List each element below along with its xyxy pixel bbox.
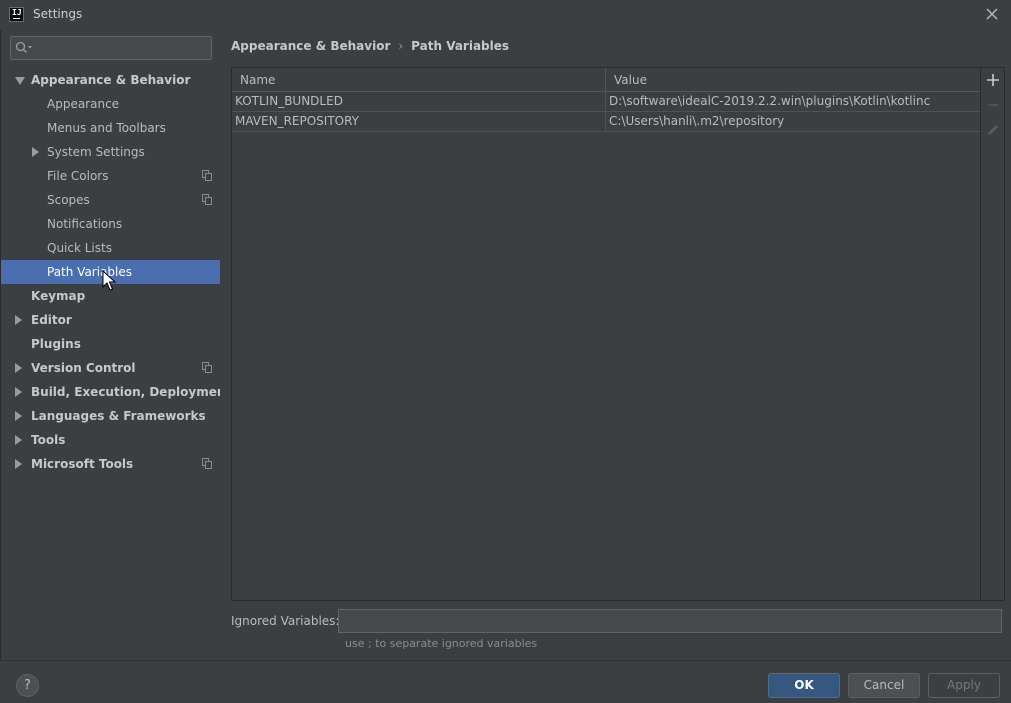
breadcrumb-parent[interactable]: Appearance & Behavior <box>231 39 390 53</box>
sidebar-item-version-control[interactable]: Version Control <box>1 356 221 380</box>
sidebar-item-build-execution-deployment[interactable]: Build, Execution, Deployment <box>1 380 231 404</box>
sidebar-item-appearance-behavior[interactable]: Appearance & Behavior <box>1 68 221 92</box>
breadcrumb-separator: › <box>398 39 404 53</box>
sidebar-item-appearance[interactable]: Appearance <box>1 92 221 116</box>
project-scope-icon <box>202 362 212 373</box>
table-row[interactable]: MAVEN_REPOSITORY C:\Users\hanli\.m2\repo… <box>232 112 980 132</box>
project-scope-icon <box>202 194 212 205</box>
sidebar-item-quick-lists[interactable]: Quick Lists <box>1 236 221 260</box>
ignored-variables-label: Ignored Variables: <box>231 614 340 628</box>
mouse-cursor-icon <box>102 270 116 291</box>
sidebar-item-label: Version Control <box>31 361 136 375</box>
sidebar-item-label: Microsoft Tools <box>31 457 134 471</box>
sidebar-item-notifications[interactable]: Notifications <box>1 212 221 236</box>
expand-arrow-right-icon[interactable] <box>15 315 22 325</box>
breadcrumb: Appearance & Behavior › Path Variables <box>231 39 509 53</box>
sidebar-item-label: Scopes <box>47 193 90 207</box>
ignored-variables-hint: use ; to separate ignored variables <box>345 637 538 650</box>
column-header-value[interactable]: Value <box>614 68 647 92</box>
pencil-icon[interactable] <box>984 121 1002 139</box>
close-icon[interactable] <box>983 5 1001 23</box>
help-button[interactable]: ? <box>16 674 39 697</box>
apply-button[interactable]: Apply <box>928 673 1000 698</box>
sidebar-item-label: Path Variables <box>47 265 133 279</box>
sidebar-item-system-settings[interactable]: System Settings <box>1 140 221 164</box>
variable-value-cell[interactable]: C:\Users\hanli\.m2\repository <box>609 112 784 132</box>
settings-main-panel: Appearance & Behavior › Path Variables Nam… <box>220 30 1011 660</box>
ignored-variables-input[interactable] <box>338 609 1002 633</box>
table-header: Name Value <box>232 68 980 92</box>
sidebar-item-plugins[interactable]: Plugins <box>1 332 221 356</box>
intellij-app-icon: IJ <box>9 7 24 22</box>
expand-arrow-right-icon[interactable] <box>15 459 22 469</box>
title-bar: IJ Settings <box>0 0 1011 30</box>
sidebar-item-label: Quick Lists <box>47 241 112 255</box>
column-header-name[interactable]: Name <box>240 68 275 92</box>
variable-value-cell[interactable]: D:\software\idealC-2019.2.2.win\plugins\… <box>609 92 930 112</box>
sidebar-item-label: File Colors <box>47 169 109 183</box>
sidebar-item-languages-frameworks[interactable]: Languages & Frameworks <box>1 404 221 428</box>
expand-arrow-right-icon[interactable] <box>32 147 39 157</box>
expand-arrow-right-icon[interactable] <box>15 435 22 445</box>
expand-arrow-right-icon[interactable] <box>15 411 22 421</box>
expand-arrow-right-icon[interactable] <box>15 387 22 397</box>
sidebar-item-scopes[interactable]: Scopes <box>1 188 221 212</box>
sidebar-item-label: Plugins <box>31 337 81 351</box>
cancel-button[interactable]: Cancel <box>848 673 920 698</box>
ok-button[interactable]: OK <box>768 673 840 698</box>
sidebar-item-file-colors[interactable]: File Colors <box>1 164 221 188</box>
sidebar-item-label: Build, Execution, Deployment <box>31 385 232 399</box>
table-row[interactable]: KOTLIN_BUNDLED D:\software\idealC-2019.2… <box>232 92 980 112</box>
minus-icon[interactable] <box>984 96 1002 114</box>
sidebar-item-label: Tools <box>31 433 66 447</box>
search-icon <box>15 41 32 53</box>
project-scope-icon <box>202 170 212 181</box>
dialog-footer: ? OK Cancel Apply <box>0 660 1011 703</box>
sidebar-item-microsoft-tools[interactable]: Microsoft Tools <box>1 452 221 476</box>
window-title: Settings <box>33 7 83 21</box>
sidebar-item-label: Menus and Toolbars <box>47 121 166 135</box>
sidebar-item-tools[interactable]: Tools <box>1 428 221 452</box>
variable-name-cell[interactable]: MAVEN_REPOSITORY <box>235 112 359 132</box>
settings-sidebar: Appearance & Behavior Appearance Menus and… <box>0 30 231 660</box>
sidebar-item-label: Keymap <box>31 289 86 303</box>
plus-icon[interactable] <box>984 71 1002 89</box>
table-toolbar <box>980 68 1004 600</box>
expand-arrow-down-icon[interactable] <box>15 77 25 85</box>
sidebar-item-label: System Settings <box>47 145 145 159</box>
sidebar-item-label: Languages & Frameworks <box>31 409 206 423</box>
sidebar-item-label: Appearance <box>47 97 120 111</box>
path-variables-table: Name Value KOTLIN_BUNDLED D:\software\id… <box>231 67 1005 601</box>
variable-name-cell[interactable]: KOTLIN_BUNDLED <box>235 92 343 112</box>
sidebar-item-menus-and-toolbars[interactable]: Menus and Toolbars <box>1 116 221 140</box>
sidebar-item-label: Notifications <box>47 217 123 231</box>
expand-arrow-right-icon[interactable] <box>15 363 22 373</box>
breadcrumb-current: Path Variables <box>411 39 510 53</box>
project-scope-icon <box>202 458 212 469</box>
sidebar-item-editor[interactable]: Editor <box>1 308 221 332</box>
table-body: Name Value KOTLIN_BUNDLED D:\software\id… <box>232 68 980 600</box>
sidebar-item-label: Editor <box>31 313 72 327</box>
app-icon-text: IJ <box>12 8 22 17</box>
sidebar-item-label: Appearance & Behavior <box>31 73 191 87</box>
settings-search-input[interactable] <box>10 36 212 60</box>
